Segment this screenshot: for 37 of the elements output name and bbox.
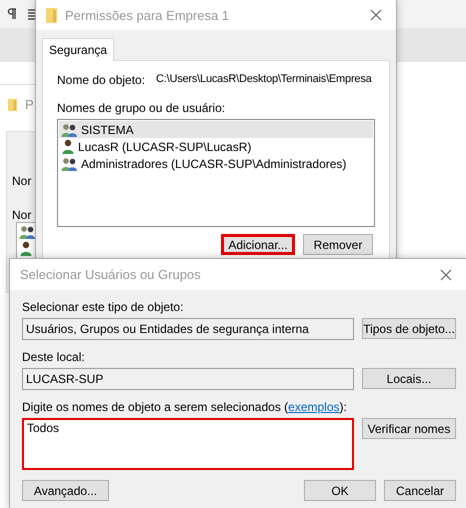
close-icon xyxy=(370,9,382,21)
locations-button[interactable]: Locais... xyxy=(362,368,456,389)
field-label: Nor xyxy=(12,174,32,188)
advanced-button[interactable]: Avançado... xyxy=(22,480,109,501)
close-icon xyxy=(440,268,452,280)
object-path: C:\Users\LucasR\Desktop\Terminais\Empresa xyxy=(156,73,372,87)
list-label: Nomes de grupo ou de usuário: xyxy=(57,101,226,115)
users-icon xyxy=(61,122,78,136)
list-item[interactable]: LucasR (LUCASR-SUP\LucasR) xyxy=(59,138,373,155)
user-icon xyxy=(61,139,75,154)
tab[interactable]: Segurança xyxy=(42,38,114,61)
pilcrow-icon[interactable] xyxy=(6,8,18,20)
dialog-title: Permissões para Empresa 1 xyxy=(65,8,230,22)
folder-icon xyxy=(46,8,57,22)
ok-button[interactable]: OK xyxy=(304,480,376,501)
list-item[interactable]: SISTEMA xyxy=(59,121,373,138)
list-item[interactable]: Administradores (LUCASR-SUP\Administradores) xyxy=(59,155,373,172)
check-names-button[interactable]: Verificar nomes xyxy=(362,418,456,439)
dialog-title: Selecionar Usuários ou Grupos xyxy=(20,267,202,282)
field-label: Nor xyxy=(12,208,32,222)
folder-icon xyxy=(8,98,17,112)
location-field[interactable]: LUCASR-SUP xyxy=(22,368,354,390)
field-label: Nome do objeto: xyxy=(57,73,146,87)
remove-button[interactable]: Remover xyxy=(303,234,373,255)
user-icon xyxy=(19,241,33,256)
examples-link[interactable]: exemplos xyxy=(288,400,340,414)
cancel-button[interactable]: Cancelar xyxy=(384,480,456,501)
object-types-button[interactable]: Tipos de objeto... xyxy=(362,318,456,339)
field-label: Deste local: xyxy=(22,350,85,364)
field-label: Digite os nomes de objeto a serem selecionados (exemplos): xyxy=(22,400,347,414)
users-icon xyxy=(61,156,78,170)
add-button[interactable]: Adicionar... xyxy=(221,234,295,255)
window-title: P xyxy=(25,97,34,112)
field-label: Selecionar este tipo de objeto: xyxy=(22,300,184,314)
names-field[interactable]: Todos xyxy=(22,418,354,470)
users-icon xyxy=(19,225,36,239)
object-type-field[interactable]: Usuários, Grupos ou Entidades de segurança interna xyxy=(22,318,354,340)
